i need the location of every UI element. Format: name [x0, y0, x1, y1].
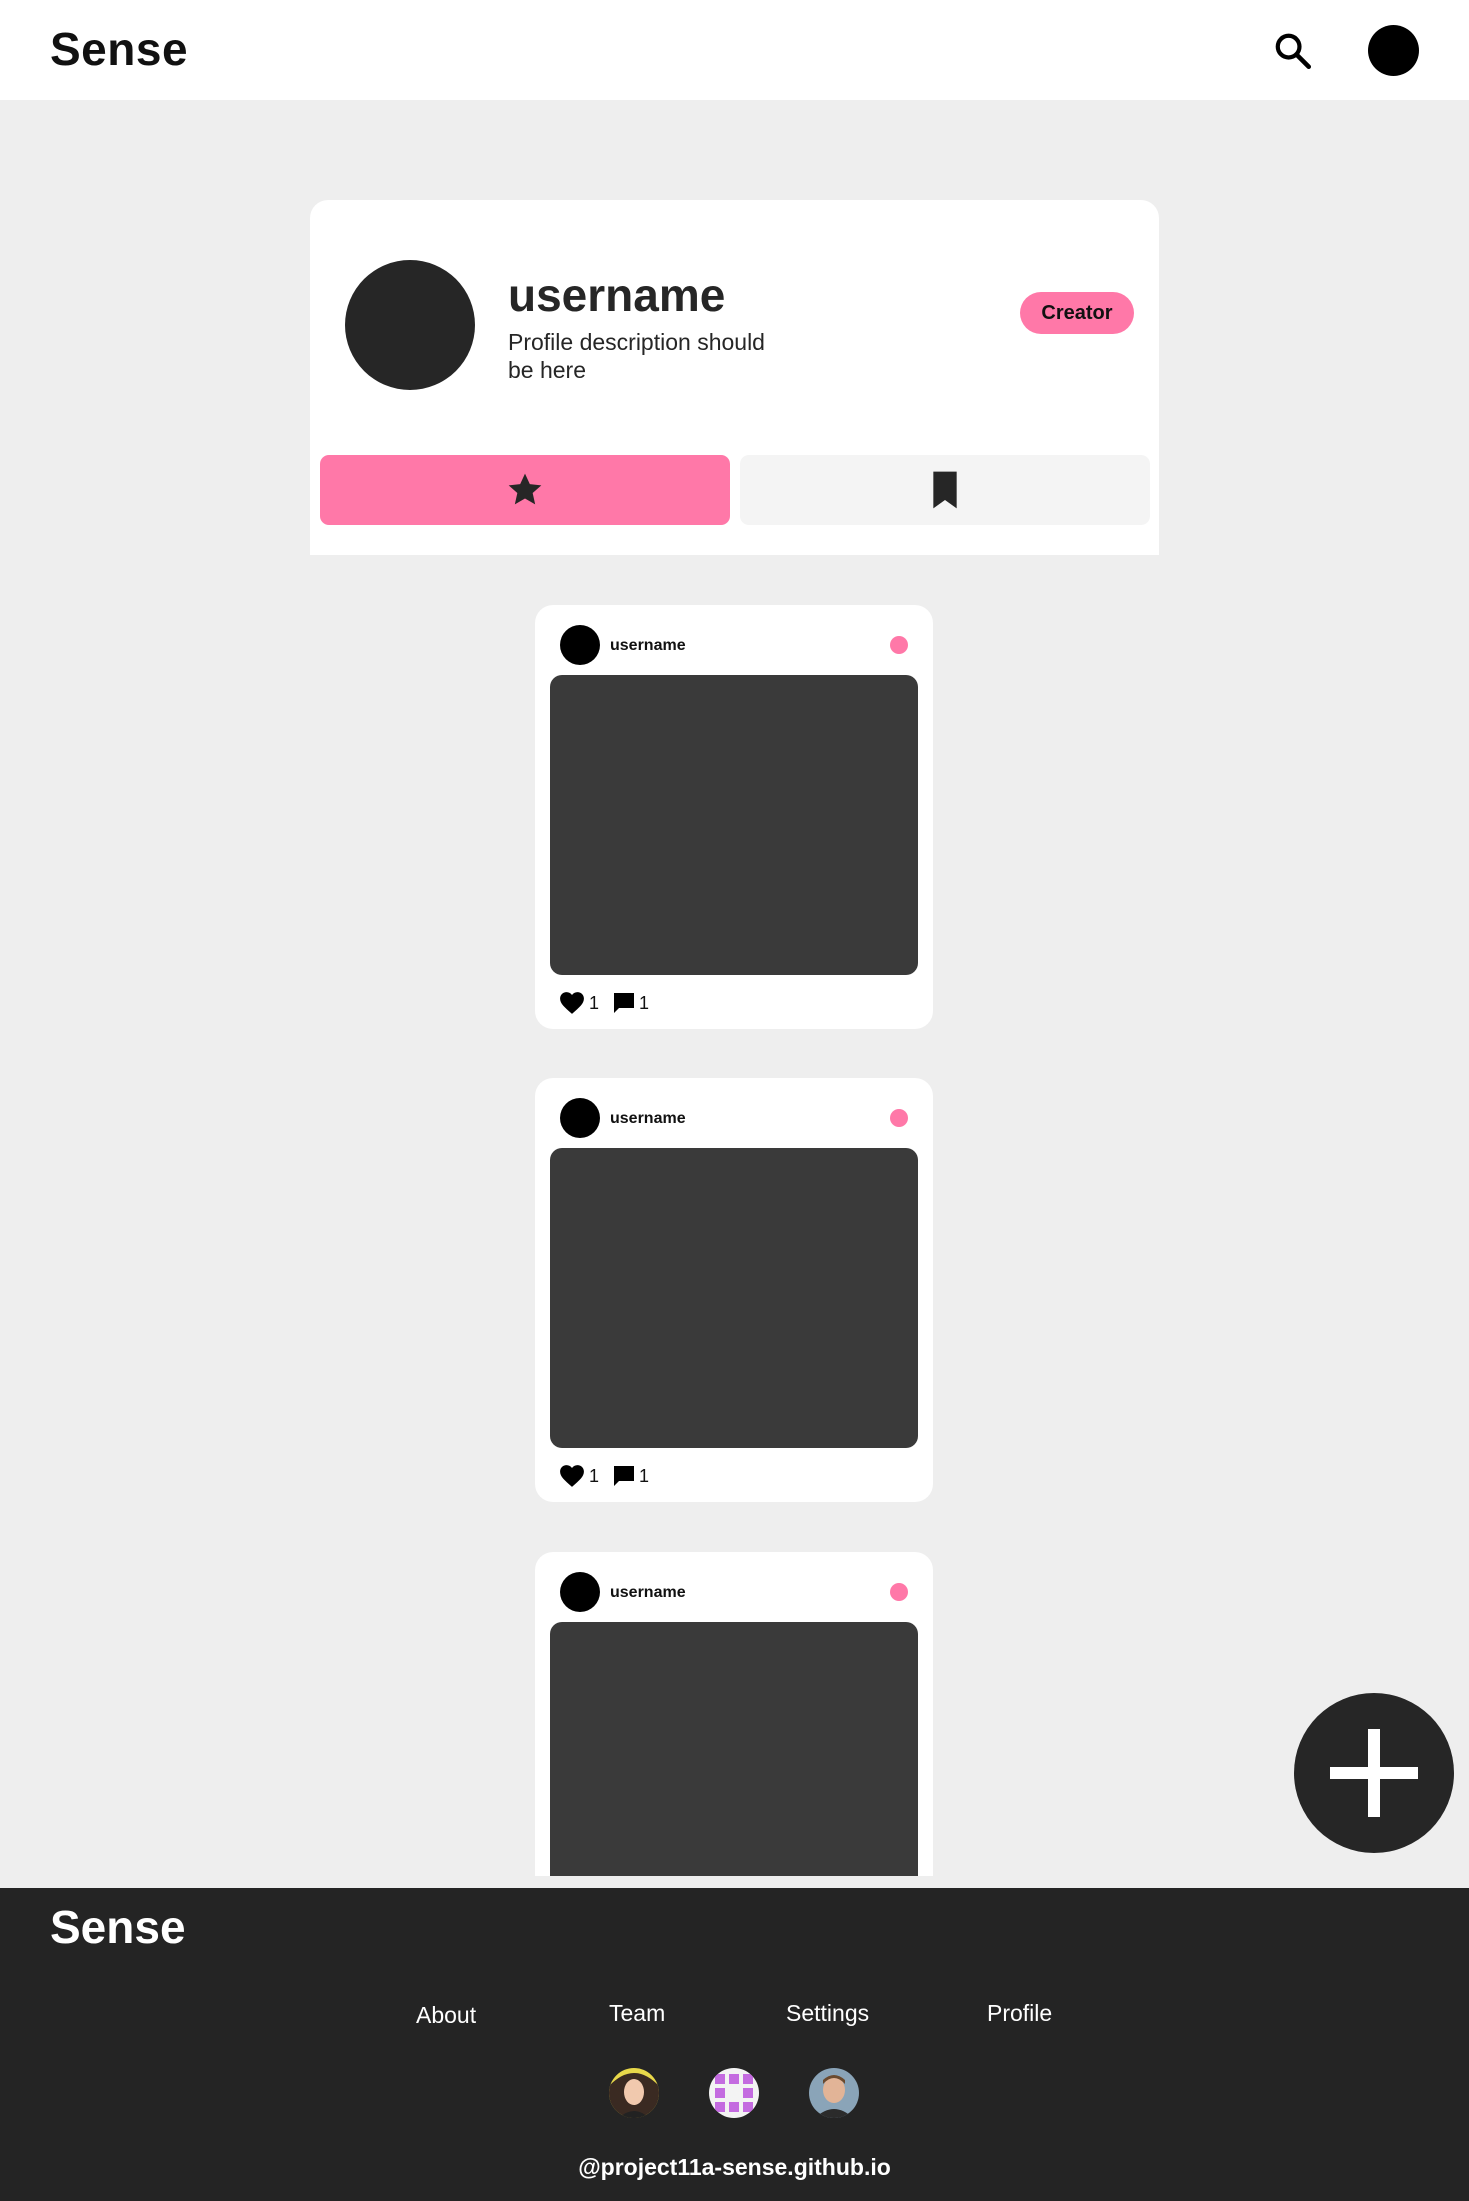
- post-image[interactable]: [550, 1148, 918, 1448]
- footer-link-profile[interactable]: Profile: [987, 2000, 1052, 2027]
- team-member-pattern-icon: [709, 2068, 759, 2118]
- star-icon: [508, 473, 542, 505]
- profile-avatar: [345, 260, 475, 390]
- comment-count: 1: [639, 992, 650, 1013]
- post-card[interactable]: username 1 1: [535, 1078, 933, 1502]
- post-indicator-dot: [890, 636, 908, 654]
- comment-icon[interactable]: [613, 992, 635, 1014]
- profile-username: username: [508, 269, 726, 321]
- post-card[interactable]: username 1 1: [535, 605, 933, 1029]
- post-author-name[interactable]: username: [610, 1584, 686, 1602]
- top-bar: Sense: [0, 0, 1469, 100]
- post-indicator-dot: [890, 1109, 908, 1127]
- tab-saved[interactable]: [740, 455, 1150, 525]
- team-member-avatar[interactable]: [609, 2068, 659, 2118]
- footer-link-team[interactable]: Team: [609, 2000, 665, 2027]
- footer: Sense About Team Settings Profile @proje…: [0, 1888, 1469, 2201]
- footer-credit[interactable]: @project11a-sense.github.io: [0, 2154, 1469, 2181]
- brand-logo[interactable]: Sense: [50, 22, 188, 76]
- comment-icon[interactable]: [613, 1465, 635, 1487]
- account-avatar[interactable]: [1368, 25, 1419, 76]
- post-stats: 1 1: [559, 1462, 663, 1490]
- team-member-avatar[interactable]: [709, 2068, 759, 2118]
- bookmark-icon: [933, 471, 957, 509]
- post-author-name[interactable]: username: [610, 1110, 686, 1128]
- plus-icon: [1330, 1729, 1418, 1817]
- post-stats: 1 1: [559, 989, 663, 1017]
- post-feed: username 1 1 username 1 1 username: [0, 560, 1469, 1876]
- post-author-avatar[interactable]: [560, 625, 600, 665]
- post-author-avatar[interactable]: [560, 1572, 600, 1612]
- create-post-button[interactable]: [1294, 1693, 1454, 1853]
- comment-count: 1: [639, 1465, 650, 1486]
- footer-link-about[interactable]: About: [416, 2002, 476, 2029]
- team-member-avatar[interactable]: [809, 2068, 859, 2118]
- profile-card: username Profile description should be h…: [310, 200, 1159, 555]
- search-button[interactable]: [1268, 26, 1318, 76]
- like-count: 1: [589, 1465, 600, 1486]
- search-icon: [1275, 33, 1312, 70]
- footer-brand[interactable]: Sense: [50, 1900, 186, 1954]
- profile-description: Profile description should be here: [508, 329, 765, 383]
- creator-badge: Creator: [1020, 292, 1134, 334]
- footer-link-settings[interactable]: Settings: [786, 2000, 869, 2027]
- post-author-avatar[interactable]: [560, 1098, 600, 1138]
- like-count: 1: [589, 992, 600, 1013]
- heart-icon[interactable]: [559, 1464, 585, 1488]
- post-image[interactable]: [550, 1622, 918, 1876]
- tab-favorites[interactable]: [320, 455, 730, 525]
- post-indicator-dot: [890, 1583, 908, 1601]
- team-member-photo-icon: [809, 2068, 859, 2118]
- heart-icon[interactable]: [559, 991, 585, 1015]
- post-author-name[interactable]: username: [610, 637, 686, 655]
- post-card[interactable]: username: [535, 1552, 933, 1876]
- team-member-photo-icon: [609, 2068, 659, 2118]
- post-image[interactable]: [550, 675, 918, 975]
